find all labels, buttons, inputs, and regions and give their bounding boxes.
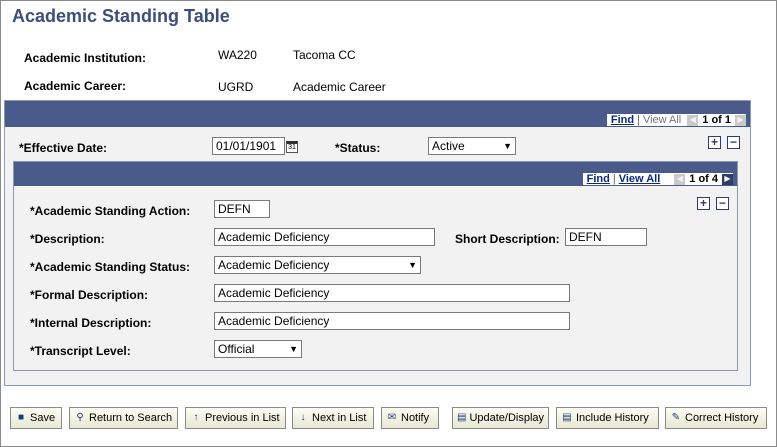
find-link[interactable]: Find [587, 173, 610, 185]
institution-code: WA220 [218, 48, 257, 62]
chevron-down-icon: ▼ [408, 260, 417, 270]
next-icon: ↓ [300, 412, 306, 423]
view-all-link[interactable]: View All [619, 173, 661, 185]
save-icon: ■ [17, 412, 25, 423]
correct-history-icon: ✎ [671, 412, 681, 423]
career-code: UGRD [218, 80, 254, 94]
bottom-toolbar: ■ Save ⚲ Return to Search ↑ Previous in … [0, 400, 775, 438]
find-link[interactable]: Find [611, 114, 634, 126]
standing-action-input[interactable] [214, 200, 270, 218]
plus-icon[interactable]: + [697, 197, 710, 210]
standing-action-label: *Academic Standing Action: [30, 204, 191, 218]
effective-date-input[interactable] [212, 137, 285, 155]
row-count: 1 of 4 [689, 173, 718, 185]
save-button[interactable]: ■ Save [10, 407, 62, 429]
standing-action-scroll-area: Find | View All ◀ 1 of 4 ▶ + − *Academic… [13, 161, 738, 371]
notify-button[interactable]: ✉ Notify [381, 407, 439, 429]
row-count: 1 of 1 [702, 114, 731, 126]
description-label: *Description: [30, 232, 105, 246]
include-history-button[interactable]: ▤ Include History [556, 407, 659, 429]
nav-separator: | [612, 173, 616, 185]
calendar-icon[interactable]: 31 [286, 141, 298, 153]
plus-icon[interactable]: + [708, 136, 721, 149]
internal-description-input[interactable] [214, 312, 570, 330]
correct-history-label: Correct History [685, 412, 759, 424]
next-in-list-label: Next in List [312, 412, 367, 424]
minus-icon[interactable]: − [727, 136, 740, 149]
inner-scroll-area-nav: Find | View All ◀ 1 of 4 ▶ [582, 173, 733, 185]
update-display-label: Update/Display [469, 412, 545, 424]
transcript-level-select[interactable]: Official ▼ [214, 340, 302, 358]
effective-date-label: *Effective Date: [19, 141, 108, 155]
formal-description-label: *Formal Description: [30, 288, 149, 302]
status-value: Active [432, 139, 465, 153]
formal-description-input[interactable] [214, 284, 570, 302]
career-name: Academic Career [293, 80, 386, 94]
status-select[interactable]: Active ▼ [428, 137, 516, 155]
notify-label: Notify [401, 412, 430, 424]
previous-icon: ↑ [193, 412, 199, 423]
update-display-icon: ▤ [457, 412, 467, 423]
arrow-right-icon[interactable]: ▶ [722, 173, 733, 185]
institution-name: Tacoma CC [293, 48, 356, 62]
transcript-level-value: Official [218, 342, 255, 356]
minus-icon[interactable]: − [716, 197, 729, 210]
internal-description-label: *Internal Description: [30, 316, 152, 330]
update-display-button[interactable]: ▤ Update/Display [452, 407, 549, 429]
standing-status-label: *Academic Standing Status: [30, 260, 191, 274]
career-label: Academic Career: [24, 79, 127, 93]
scroll-area-nav: Find | View All ◀ 1 of 1 ▶ [606, 114, 746, 126]
scroll-area-header-bar: Find | View All ◀ 1 of 1 ▶ [5, 101, 750, 127]
effective-date-scroll-area: Find | View All ◀ 1 of 1 ▶ *Effective Da… [4, 100, 751, 386]
arrow-left-icon: ◀ [674, 173, 686, 185]
nav-separator: | [637, 114, 640, 126]
view-all-link: View All [642, 114, 682, 126]
return-to-search-label: Return to Search [89, 412, 173, 424]
notify-icon: ✉ [387, 412, 397, 423]
save-label: Save [30, 412, 56, 424]
return-to-search-button[interactable]: ⚲ Return to Search [69, 407, 178, 429]
short-description-label: Short Description: [455, 232, 560, 246]
standing-status-value: Academic Deficiency [218, 258, 330, 272]
previous-in-list-label: Previous in List [205, 412, 280, 424]
previous-in-list-button[interactable]: ↑ Previous in List [185, 407, 286, 429]
arrow-right-icon: ▶ [735, 114, 746, 126]
chevron-down-icon: ▼ [503, 141, 512, 151]
chevron-down-icon: ▼ [289, 344, 298, 354]
short-description-input[interactable] [565, 228, 647, 246]
page-title: Academic Standing Table [12, 6, 230, 26]
transcript-level-label: *Transcript Level: [30, 344, 131, 358]
inner-scroll-area-header-bar: Find | View All ◀ 1 of 4 ▶ [14, 162, 737, 186]
include-history-icon: ▤ [562, 412, 572, 423]
standing-status-select[interactable]: Academic Deficiency ▼ [214, 256, 421, 274]
next-in-list-button[interactable]: ↓ Next in List [292, 407, 374, 429]
arrow-left-icon: ◀ [687, 114, 699, 126]
institution-label: Academic Institution: [24, 51, 147, 65]
include-history-label: Include History [576, 412, 649, 424]
search-icon: ⚲ [76, 412, 84, 423]
status-label: *Status: [335, 141, 381, 155]
correct-history-button[interactable]: ✎ Correct History [665, 407, 767, 429]
description-input[interactable] [214, 228, 435, 246]
